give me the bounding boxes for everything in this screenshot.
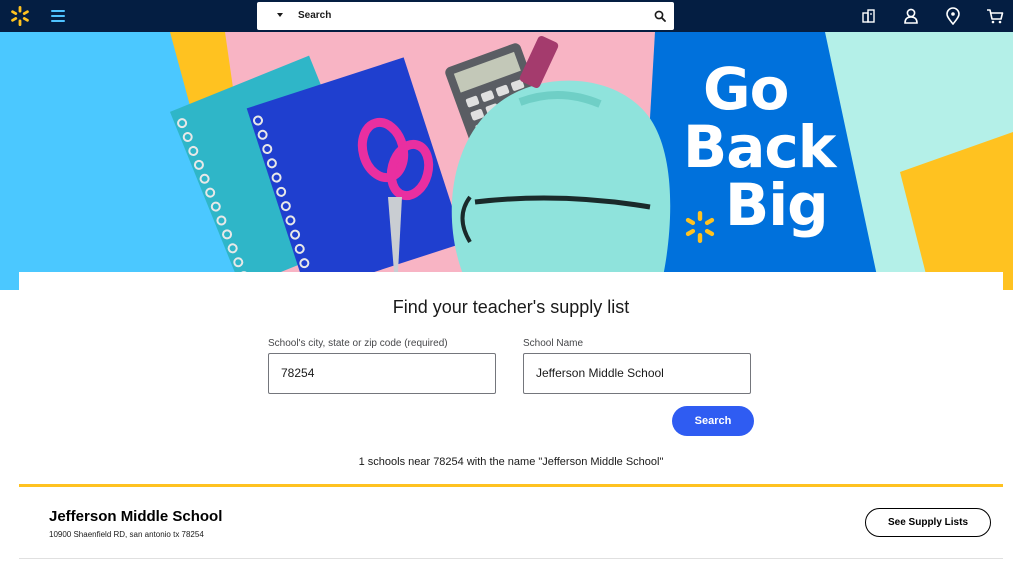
results-count-message: 1 schools near 78254 with the name "Jeff… xyxy=(358,456,664,468)
location-field-label: School's city, state or zip code (requir… xyxy=(268,338,448,349)
hamburger-menu-icon[interactable] xyxy=(49,8,67,24)
supply-list-search-card: Find your teacher's supply list School's… xyxy=(19,272,1003,487)
walmart-spark-icon[interactable] xyxy=(9,5,31,27)
hero-banner: Go Back Big xyxy=(0,32,1013,290)
search-department-caret-icon[interactable] xyxy=(277,13,283,17)
school-address: 10900 Shaenfield RD, san antonio tx 7825… xyxy=(49,530,204,539)
top-navigation-bar: Search xyxy=(0,0,1013,32)
account-icon[interactable] xyxy=(902,7,920,25)
school-result-row: Jefferson Middle School 10900 Shaenfield… xyxy=(19,487,1003,559)
school-name-input[interactable]: Jefferson Middle School xyxy=(523,353,751,394)
hero-headline: Go Back Big xyxy=(683,55,836,234)
search-bar[interactable]: Search xyxy=(257,2,674,30)
reorder-icon[interactable] xyxy=(860,7,878,25)
school-name: Jefferson Middle School xyxy=(49,508,223,525)
form-title: Find your teacher's supply list xyxy=(392,297,630,317)
hero-headline-line-2: Back xyxy=(683,113,836,181)
cart-icon[interactable] xyxy=(986,7,1004,25)
hero-illustration xyxy=(0,32,1013,290)
walmart-spark-icon-hero xyxy=(685,211,715,243)
search-icon[interactable] xyxy=(654,10,666,22)
hero-headline-line-1: Go xyxy=(703,55,789,123)
location-pin-icon[interactable] xyxy=(944,7,962,25)
search-input[interactable]: Search xyxy=(298,10,331,21)
see-supply-lists-button[interactable]: See Supply Lists xyxy=(865,508,991,537)
school-name-field-label: School Name xyxy=(523,338,584,349)
location-input[interactable]: 78254 xyxy=(268,353,496,394)
search-button[interactable]: Search xyxy=(672,406,754,436)
